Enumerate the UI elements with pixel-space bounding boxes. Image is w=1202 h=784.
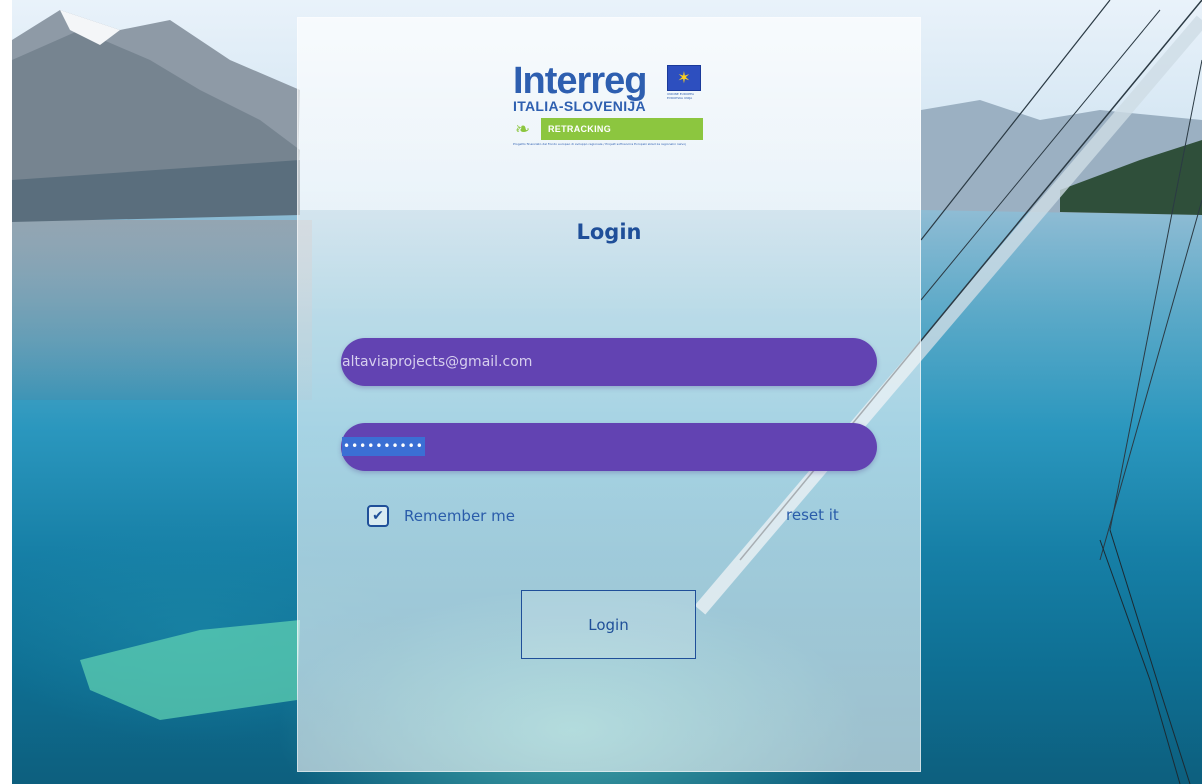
interreg-logo: Interreg ✶ UNIONE EUROPEA EVROPSKA UNIJA… [513, 62, 705, 162]
eu-caption: UNIONE EUROPEA EVROPSKA UNIJA [667, 92, 695, 100]
email-field[interactable] [341, 338, 877, 386]
logo-region: ITALIA-SLOVENIJA [513, 98, 646, 114]
leaf-icon: ❧ [515, 119, 531, 140]
logo-fine-print: Progetto finanziato dal Fondo europeo di… [513, 142, 686, 146]
remember-me[interactable]: ✔ Remember me [367, 505, 515, 527]
page-title: Login [576, 220, 642, 244]
checkmark-icon: ✔ [372, 508, 384, 524]
reset-link[interactable]: reset it [786, 506, 839, 524]
remember-checkbox[interactable]: ✔ [367, 505, 389, 527]
password-field[interactable]: •••••••••• [341, 423, 877, 471]
eu-flag-icon: ✶ [667, 65, 701, 91]
email-input[interactable] [342, 338, 877, 386]
remember-label: Remember me [404, 507, 515, 525]
password-input[interactable]: •••••••••• [342, 437, 425, 456]
logo-wordmark: Interreg [513, 60, 647, 102]
login-button[interactable]: Login [521, 590, 696, 659]
logo-project-badge: RETRACKING [541, 118, 703, 140]
